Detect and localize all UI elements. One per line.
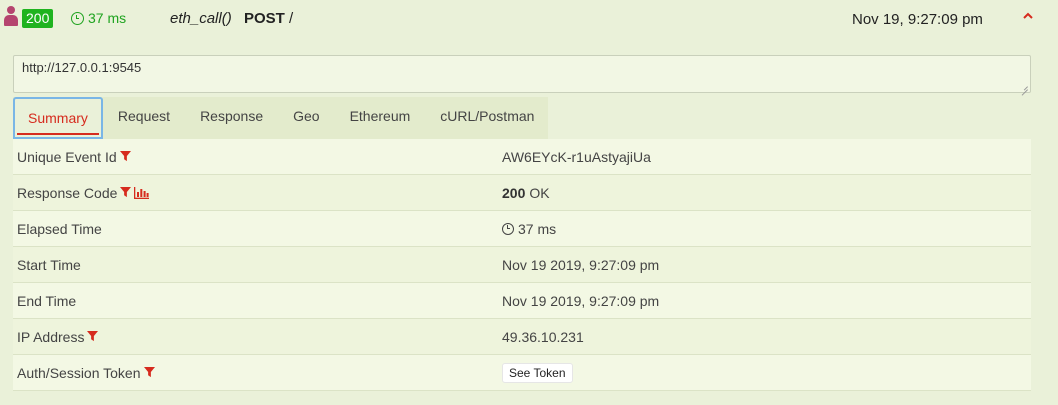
table-row: Start Time Nov 19 2019, 9:27:09 pm: [13, 247, 1031, 283]
tab-ethereum[interactable]: Ethereum: [335, 97, 426, 139]
elapsed-time-value: 37 ms: [518, 220, 557, 237]
elapsed-value: 37 ms: [88, 10, 127, 26]
url-field-value: http://127.0.0.1:9545: [22, 60, 142, 75]
unique-event-id-value: AW6EYcK-r1uAstyajiUa: [502, 148, 651, 165]
table-row: Response Code 200 OK: [13, 175, 1031, 211]
tab-request[interactable]: Request: [103, 97, 185, 139]
table-row: IP Address 49.36.10.231: [13, 319, 1031, 355]
user-icon: [4, 6, 18, 26]
event-detail-panel: http://127.0.0.1:9545 Summary Request Re…: [0, 40, 1046, 405]
event-header[interactable]: 200 37 ms eth_call() POST / Nov 19, 9:27…: [0, 0, 1046, 40]
filter-icon[interactable]: [87, 331, 99, 342]
response-code-label: Response Code: [17, 184, 118, 201]
row-label: Unique Event Id: [13, 149, 498, 165]
row-label: Response Code: [13, 185, 498, 201]
auth-token-label: Auth/Session Token: [17, 364, 141, 381]
start-time-label: Start Time: [17, 256, 81, 273]
clock-icon: [502, 222, 514, 235]
bar-chart-icon[interactable]: [134, 186, 150, 199]
row-label: Auth/Session Token: [13, 365, 498, 381]
row-label: Start Time: [13, 257, 498, 273]
unique-event-id-label: Unique Event Id: [17, 148, 117, 165]
chevron-up-icon[interactable]: [1022, 10, 1034, 22]
detail-tabs: Summary Request Response Geo Ethereum cU…: [13, 97, 548, 139]
summary-table: Unique Event Id AW6EYcK-r1uAstyajiUa Res…: [13, 139, 1031, 391]
http-method: POST: [244, 10, 285, 27]
elapsed-time-label: Elapsed Time: [17, 220, 102, 237]
url-field[interactable]: http://127.0.0.1:9545: [13, 55, 1031, 93]
row-label: Elapsed Time: [13, 221, 498, 237]
elapsed-time-header: 37 ms: [71, 10, 126, 26]
table-row: Auth/Session Token See Token: [13, 355, 1031, 391]
start-time-value: Nov 19 2019, 9:27:09 pm: [502, 256, 660, 273]
resize-grip-icon[interactable]: [1020, 82, 1028, 90]
table-row: Elapsed Time 37 ms: [13, 211, 1031, 247]
end-time-value: Nov 19 2019, 9:27:09 pm: [502, 292, 660, 309]
table-row: Unique Event Id AW6EYcK-r1uAstyajiUa: [13, 139, 1031, 175]
see-token-button[interactable]: See Token: [502, 362, 573, 383]
auth-token-cell: See Token: [498, 362, 1031, 383]
ip-address-label: IP Address: [17, 328, 85, 345]
response-code-number: 200: [502, 184, 526, 201]
filter-icon[interactable]: [143, 367, 155, 378]
status-code-badge: 200: [22, 9, 54, 28]
ip-address-value: 49.36.10.231: [502, 328, 584, 345]
elapsed-time-cell: 37 ms: [498, 221, 1031, 237]
tab-summary[interactable]: Summary: [13, 97, 103, 139]
rpc-method-name: eth_call(): [170, 10, 232, 27]
clock-icon: [71, 11, 84, 25]
filter-icon[interactable]: [119, 151, 131, 162]
end-time-label: End Time: [17, 292, 77, 309]
response-code-text: OK: [529, 184, 550, 201]
event-timestamp: Nov 19, 9:27:09 pm: [852, 11, 983, 28]
request-path: /: [289, 10, 294, 27]
row-label: End Time: [13, 293, 498, 309]
response-code-value: 200 OK: [498, 185, 1031, 201]
table-row: End Time Nov 19 2019, 9:27:09 pm: [13, 283, 1031, 319]
tab-geo[interactable]: Geo: [278, 97, 334, 139]
filter-icon[interactable]: [120, 187, 132, 198]
tab-curl-postman[interactable]: cURL/Postman: [425, 97, 549, 139]
tab-response[interactable]: Response: [185, 97, 278, 139]
row-label: IP Address: [13, 329, 498, 345]
